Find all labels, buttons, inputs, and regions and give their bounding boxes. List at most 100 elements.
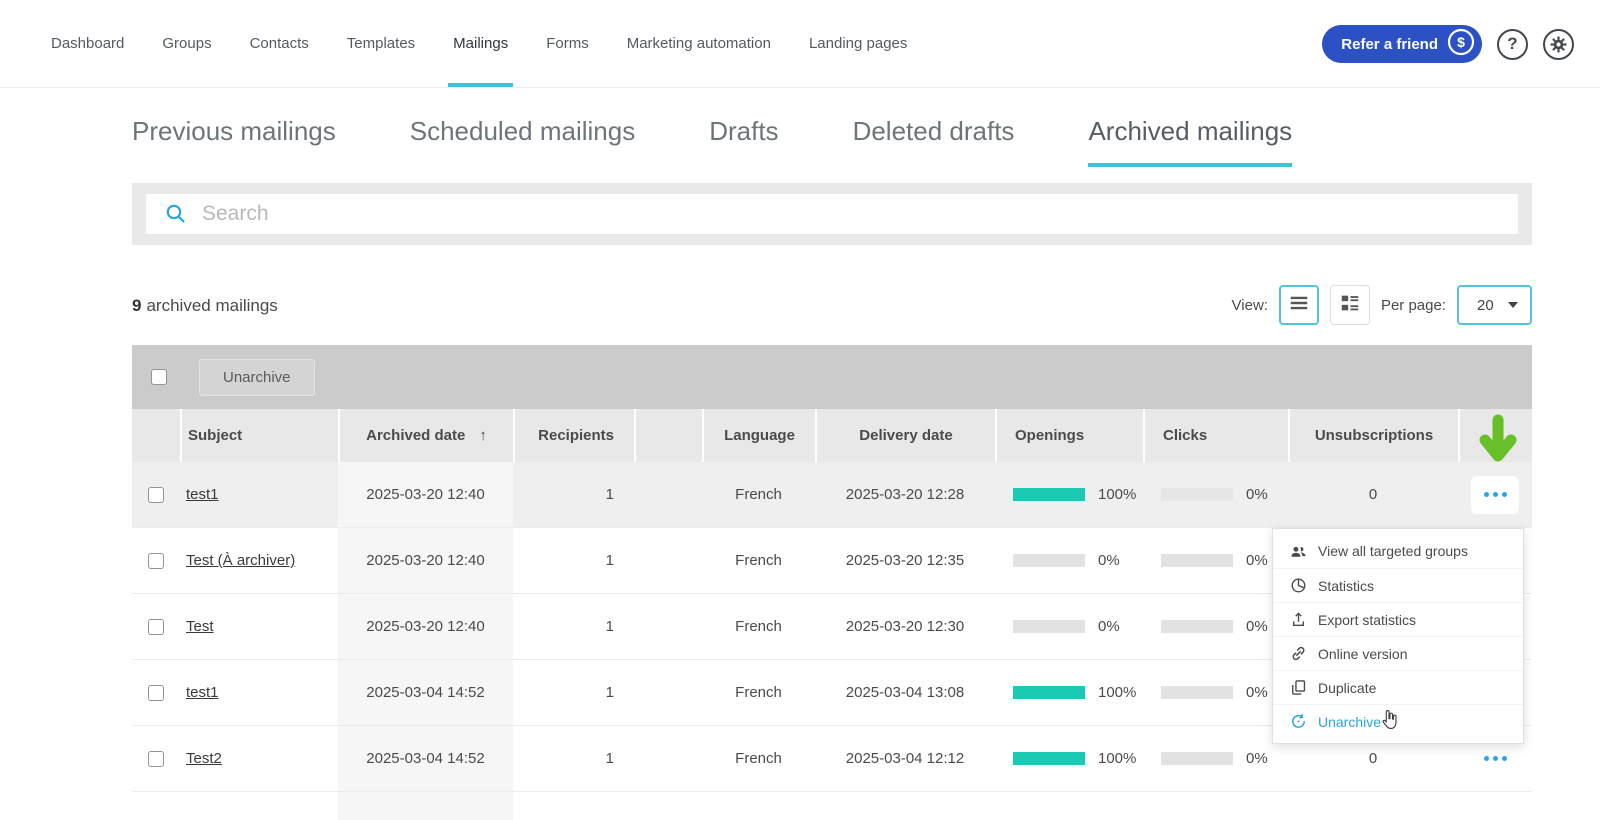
subject-link[interactable]: test1: [186, 486, 219, 503]
column-header-label: Delivery date: [859, 427, 952, 444]
row-checkbox[interactable]: [148, 487, 164, 503]
nav-item-landing-pages[interactable]: Landing pages: [790, 0, 926, 87]
ellipsis-dot: [1484, 492, 1489, 497]
delivery-date-cell: 2025-03-20 12:28: [815, 462, 995, 527]
table-header-row: Subject Archived date↑Recipients Language D…: [132, 409, 1532, 462]
menu-item-export-statistics[interactable]: Export statistics: [1273, 602, 1523, 636]
progress-bar-track: [1013, 488, 1085, 501]
column-header-recipients[interactable]: Recipients: [513, 409, 634, 462]
openings-cell: 100%: [995, 660, 1143, 725]
svg-text:$: $: [1457, 34, 1465, 50]
row-checkbox-cell: [132, 726, 180, 791]
list-view-icon: [1288, 292, 1310, 319]
partial-cell: [1288, 792, 1458, 820]
select-all-checkbox[interactable]: [151, 369, 167, 385]
search-input[interactable]: [146, 194, 1518, 234]
card-view-icon: [1339, 292, 1361, 319]
nav-item-forms[interactable]: Forms: [527, 0, 608, 87]
progress-bar-fill: [1013, 488, 1085, 501]
tab-drafts[interactable]: Drafts: [709, 116, 778, 167]
row-checkbox[interactable]: [148, 553, 164, 569]
per-page-select[interactable]: 20: [1457, 285, 1532, 325]
progress-bar-value: 0%: [1246, 684, 1268, 701]
tab-deleted-drafts[interactable]: Deleted drafts: [853, 116, 1015, 167]
refer-a-friend-button[interactable]: Refer a friend $: [1322, 25, 1482, 63]
partial-cell: [513, 792, 634, 820]
nav-item-templates[interactable]: Templates: [328, 0, 434, 87]
tab-previous-mailings[interactable]: Previous mailings: [132, 116, 336, 167]
menu-item-label: Export statistics: [1318, 612, 1416, 628]
subject-cell: test1: [180, 462, 338, 527]
row-checkbox[interactable]: [148, 751, 164, 767]
subject-link[interactable]: Test2: [186, 750, 222, 767]
row-checkbox-cell: [132, 594, 180, 659]
help-icon[interactable]: ?: [1497, 29, 1528, 60]
column-header-language[interactable]: Language: [702, 409, 815, 462]
subject-link[interactable]: Test: [186, 618, 214, 635]
subject-cell: Test2: [180, 726, 338, 791]
column-header-subject[interactable]: Subject: [180, 409, 338, 462]
clicks-cell: 0%: [1143, 726, 1288, 791]
partial-cell: [132, 792, 180, 820]
delivery-date-cell: 2025-03-04 12:12: [815, 726, 995, 791]
column-header-openings[interactable]: Openings: [995, 409, 1143, 462]
menu-item-label: Statistics: [1318, 578, 1374, 594]
column-header-label: Subject: [188, 427, 242, 444]
unsubscriptions-cell: 0: [1288, 462, 1458, 527]
gear-icon[interactable]: [1543, 29, 1574, 60]
search-box: [146, 194, 1518, 234]
sort-ascending-icon[interactable]: ↑: [479, 427, 487, 444]
clicks-cell: 0%: [1143, 462, 1288, 527]
recipients-cell: 1: [513, 660, 634, 725]
subject-link[interactable]: test1: [186, 684, 219, 701]
progress-bar-value: 0%: [1246, 750, 1268, 767]
partial-cell: [634, 792, 702, 820]
bulk-action-bar: Unarchive: [132, 345, 1532, 409]
row-actions-button[interactable]: [1471, 740, 1519, 778]
progress-bar-value: 0%: [1246, 552, 1268, 569]
people-icon: [1290, 543, 1307, 560]
result-count: 9archived mailings: [132, 296, 278, 316]
column-header-archived-date[interactable]: Archived date↑: [338, 409, 513, 462]
result-count-number: 9: [132, 296, 141, 315]
duplicate-icon: [1290, 679, 1307, 696]
list-view-button[interactable]: [1279, 285, 1319, 325]
progress-bar-value: 0%: [1246, 486, 1268, 503]
unarchive-bulk-button[interactable]: Unarchive: [199, 359, 315, 396]
recipients-cell: 1: [513, 462, 634, 527]
row-actions-button[interactable]: [1471, 476, 1519, 514]
nav-item-groups[interactable]: Groups: [143, 0, 230, 87]
tab-archived-mailings[interactable]: Archived mailings: [1088, 116, 1292, 167]
column-header-empty: [132, 409, 180, 462]
menu-item-view-all-targeted-groups[interactable]: View all targeted groups: [1273, 534, 1523, 568]
partial-cell: [1143, 792, 1288, 820]
clicks-cell: 0%: [1143, 660, 1288, 725]
column-header-label: Unsubscriptions: [1315, 427, 1433, 444]
top-bar-right: Refer a friend $ ?: [1322, 0, 1574, 88]
menu-item-label: Online version: [1318, 646, 1408, 662]
progress-bar-track: [1161, 554, 1233, 567]
nav-item-contacts[interactable]: Contacts: [231, 0, 328, 87]
unarchive-icon: [1290, 713, 1307, 730]
nav-item-dashboard[interactable]: Dashboard: [32, 0, 143, 87]
column-header-delivery-date[interactable]: Delivery date: [815, 409, 995, 462]
menu-item-online-version[interactable]: Online version: [1273, 636, 1523, 670]
subject-link[interactable]: Test (À archiver): [186, 552, 295, 569]
menu-item-label: View all targeted groups: [1318, 543, 1468, 559]
column-header-unsubscriptions[interactable]: Unsubscriptions: [1288, 409, 1458, 462]
table-row-partial: [132, 792, 1532, 820]
progress-bar-value: 100%: [1098, 750, 1136, 767]
nav-item-mailings[interactable]: Mailings: [434, 0, 527, 87]
column-header-clicks[interactable]: Clicks: [1143, 409, 1288, 462]
row-checkbox[interactable]: [148, 685, 164, 701]
row-checkbox[interactable]: [148, 619, 164, 635]
menu-item-duplicate[interactable]: Duplicate: [1273, 670, 1523, 704]
tab-scheduled-mailings[interactable]: Scheduled mailings: [410, 116, 635, 167]
menu-item-label: Unarchive: [1318, 714, 1381, 730]
progress-bar-track: [1161, 752, 1233, 765]
card-view-button[interactable]: [1330, 285, 1370, 325]
menu-item-statistics[interactable]: Statistics: [1273, 568, 1523, 602]
language-cell: French: [702, 594, 815, 659]
nav-item-marketing-automation[interactable]: Marketing automation: [608, 0, 790, 87]
progress-bar-track: [1161, 686, 1233, 699]
